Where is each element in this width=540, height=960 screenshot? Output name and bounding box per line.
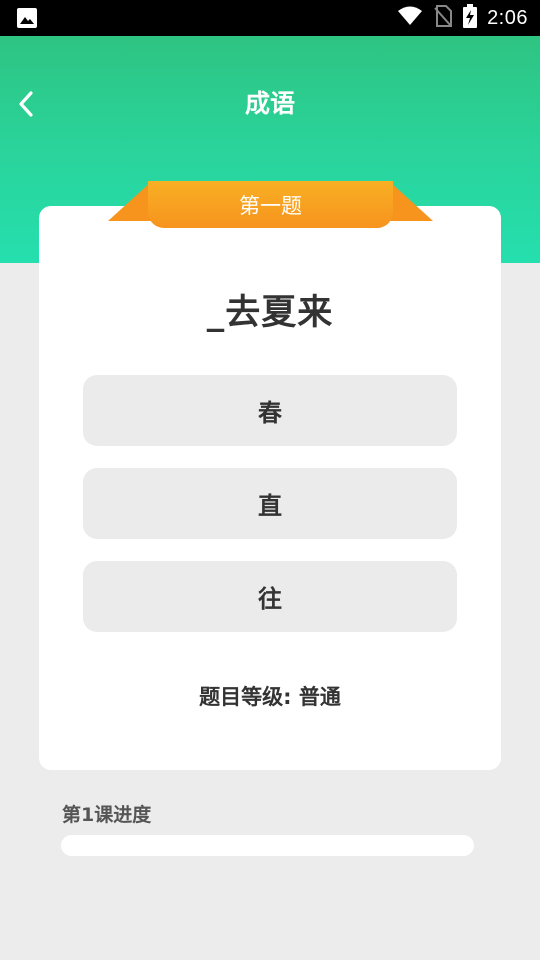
- no-sim-icon: [433, 4, 453, 32]
- status-time: 2:06: [487, 6, 528, 29]
- answer-option-3[interactable]: 往: [83, 561, 457, 632]
- wifi-icon: [397, 5, 423, 31]
- ribbon-fold-left: [108, 181, 152, 221]
- question-text: _去夏来: [206, 293, 334, 333]
- ribbon-label: 第一题: [148, 181, 393, 228]
- battery-charging-icon: [463, 4, 478, 32]
- question-ribbon: 第一题: [108, 181, 433, 231]
- ribbon-fold-right: [389, 181, 433, 221]
- answer-option-1[interactable]: 春: [83, 375, 457, 446]
- progress-bar: [61, 835, 474, 856]
- progress-label: 第1课进度: [62, 804, 152, 826]
- app-bar: 成语: [0, 36, 540, 168]
- status-bar: 2:06: [0, 0, 540, 36]
- image-icon: [16, 7, 38, 29]
- question-level: 题目等级: 普通: [199, 685, 341, 709]
- answer-option-2[interactable]: 直: [83, 468, 457, 539]
- quiz-screen: 2:06 成语 第一题 _去夏来 春 直 往 题目等级: 普通 第1课进度: [0, 0, 540, 960]
- page-title: 成语: [244, 89, 295, 118]
